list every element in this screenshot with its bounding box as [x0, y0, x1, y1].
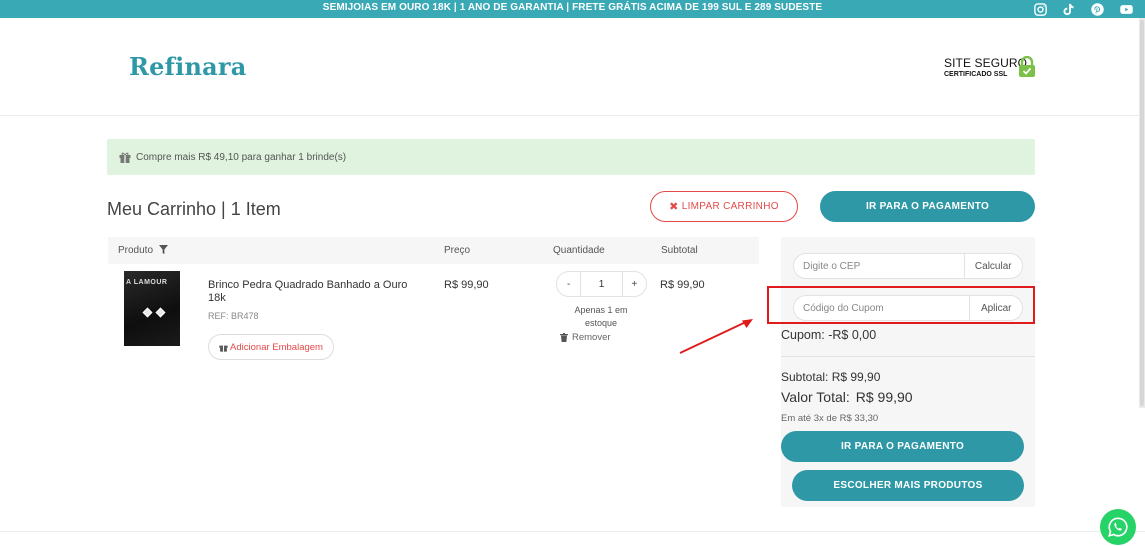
calculate-shipping-button[interactable]: Calcular: [963, 254, 1022, 278]
choose-more-products-label: ESCOLHER MAIS PRODUTOS: [833, 480, 983, 491]
gift-progress-text: Compre mais R$ 49,10 para ganhar 1 brind…: [136, 151, 347, 163]
store-logo[interactable]: Refinara: [129, 52, 246, 81]
announcement-bar: SEMIJOIAS EM OURO 18K | 1 ANO DE GARANTI…: [0, 0, 1145, 18]
row-subtotal: R$ 99,90: [660, 279, 705, 291]
column-product[interactable]: Produto: [118, 245, 168, 256]
stock-notice: Apenas 1 em estoque: [574, 305, 628, 328]
go-to-payment-button[interactable]: IR PARA O PAGAMENTO: [781, 431, 1024, 462]
cart-table-header: Produto Preço Quantidade Subtotal: [108, 237, 759, 264]
add-gift-wrap-button[interactable]: Adicionar Embalagem: [208, 334, 334, 360]
coupon-highlight-box: [767, 286, 1035, 324]
column-price: Preço: [444, 245, 471, 256]
lock-icon: [1019, 56, 1035, 77]
summary-divider: [781, 356, 1035, 357]
product-name[interactable]: Brinco Pedra Quadrado Banhado a Ouro 18k: [208, 279, 423, 305]
earring-stud: [155, 307, 166, 318]
secure-site-text: SITE SEGURO: [944, 56, 1028, 70]
clear-cart-label: LIMPAR CARRINHO: [681, 201, 779, 212]
filter-icon[interactable]: [158, 245, 168, 254]
choose-more-products-button[interactable]: ESCOLHER MAIS PRODUTOS: [792, 470, 1024, 501]
summary-total: Valor Total: R$ 99,90: [781, 389, 913, 405]
column-quantity: Quantidade: [553, 245, 605, 256]
summary-subtotal: Subtotal: R$ 99,90: [781, 370, 881, 384]
total-label: Valor Total:: [781, 389, 850, 405]
product-ref: REF: BR478: [208, 311, 259, 321]
cep-field: Calcular: [793, 253, 1023, 279]
clear-cart-button[interactable]: ✖ LIMPAR CARRINHO: [650, 191, 798, 222]
product-image-text: A LAMOUR: [126, 279, 168, 286]
pinterest-icon[interactable]: [1088, 0, 1106, 18]
increase-quantity-button[interactable]: +: [623, 279, 646, 290]
total-value: R$ 99,90: [855, 389, 913, 405]
coupon-discount: Cupom: -R$ 0,00: [781, 328, 877, 342]
quantity-stepper: - 1 +: [556, 271, 647, 297]
whatsapp-icon: [1108, 517, 1128, 537]
column-subtotal: Subtotal: [661, 245, 698, 256]
installments-text: Em até 3x de R$ 33,30: [781, 413, 879, 424]
product-price: R$ 99,90: [444, 279, 489, 291]
gift-progress-notice: Compre mais R$ 49,10 para ganhar 1 brind…: [107, 139, 1035, 175]
cart-title: Meu Carrinho | 1 Item: [107, 199, 281, 219]
go-to-payment-label: IR PARA O PAGAMENTO: [865, 201, 990, 212]
trash-icon: [560, 333, 568, 342]
secure-site-badge: SITE SEGURO CERTIFICADO SSL: [944, 56, 1027, 78]
decrease-quantity-button[interactable]: -: [557, 279, 580, 290]
ssl-certificate-text: CERTIFICADO SSL: [944, 71, 1008, 78]
product-image[interactable]: A LAMOUR: [124, 271, 180, 346]
instagram-icon[interactable]: [1031, 0, 1049, 18]
go-to-payment-label: IR PARA O PAGAMENTO: [840, 441, 965, 452]
close-icon: ✖: [669, 201, 679, 213]
add-gift-wrap-label: Adicionar Embalagem: [230, 341, 323, 353]
announcement-text: SEMIJOIAS EM OURO 18K | 1 ANO DE GARANTI…: [322, 2, 823, 13]
remove-item-button[interactable]: Remover: [560, 332, 611, 343]
cep-input[interactable]: [794, 254, 964, 278]
gift-icon: [119, 152, 131, 163]
tiktok-icon[interactable]: [1059, 0, 1077, 18]
gift-icon: [219, 345, 228, 352]
youtube-icon[interactable]: [1117, 0, 1135, 18]
remove-item-label: Remover: [572, 332, 611, 343]
go-to-payment-button-top[interactable]: IR PARA O PAGAMENTO: [820, 191, 1035, 222]
whatsapp-chat-button[interactable]: [1100, 509, 1136, 545]
footer-divider: [0, 531, 1145, 532]
header-divider: [0, 115, 1145, 116]
annotation-arrow-icon: [679, 319, 753, 354]
quantity-value[interactable]: 1: [580, 272, 623, 296]
scrollbar-thumb[interactable]: [1140, 20, 1144, 406]
earring-stud: [142, 307, 153, 318]
